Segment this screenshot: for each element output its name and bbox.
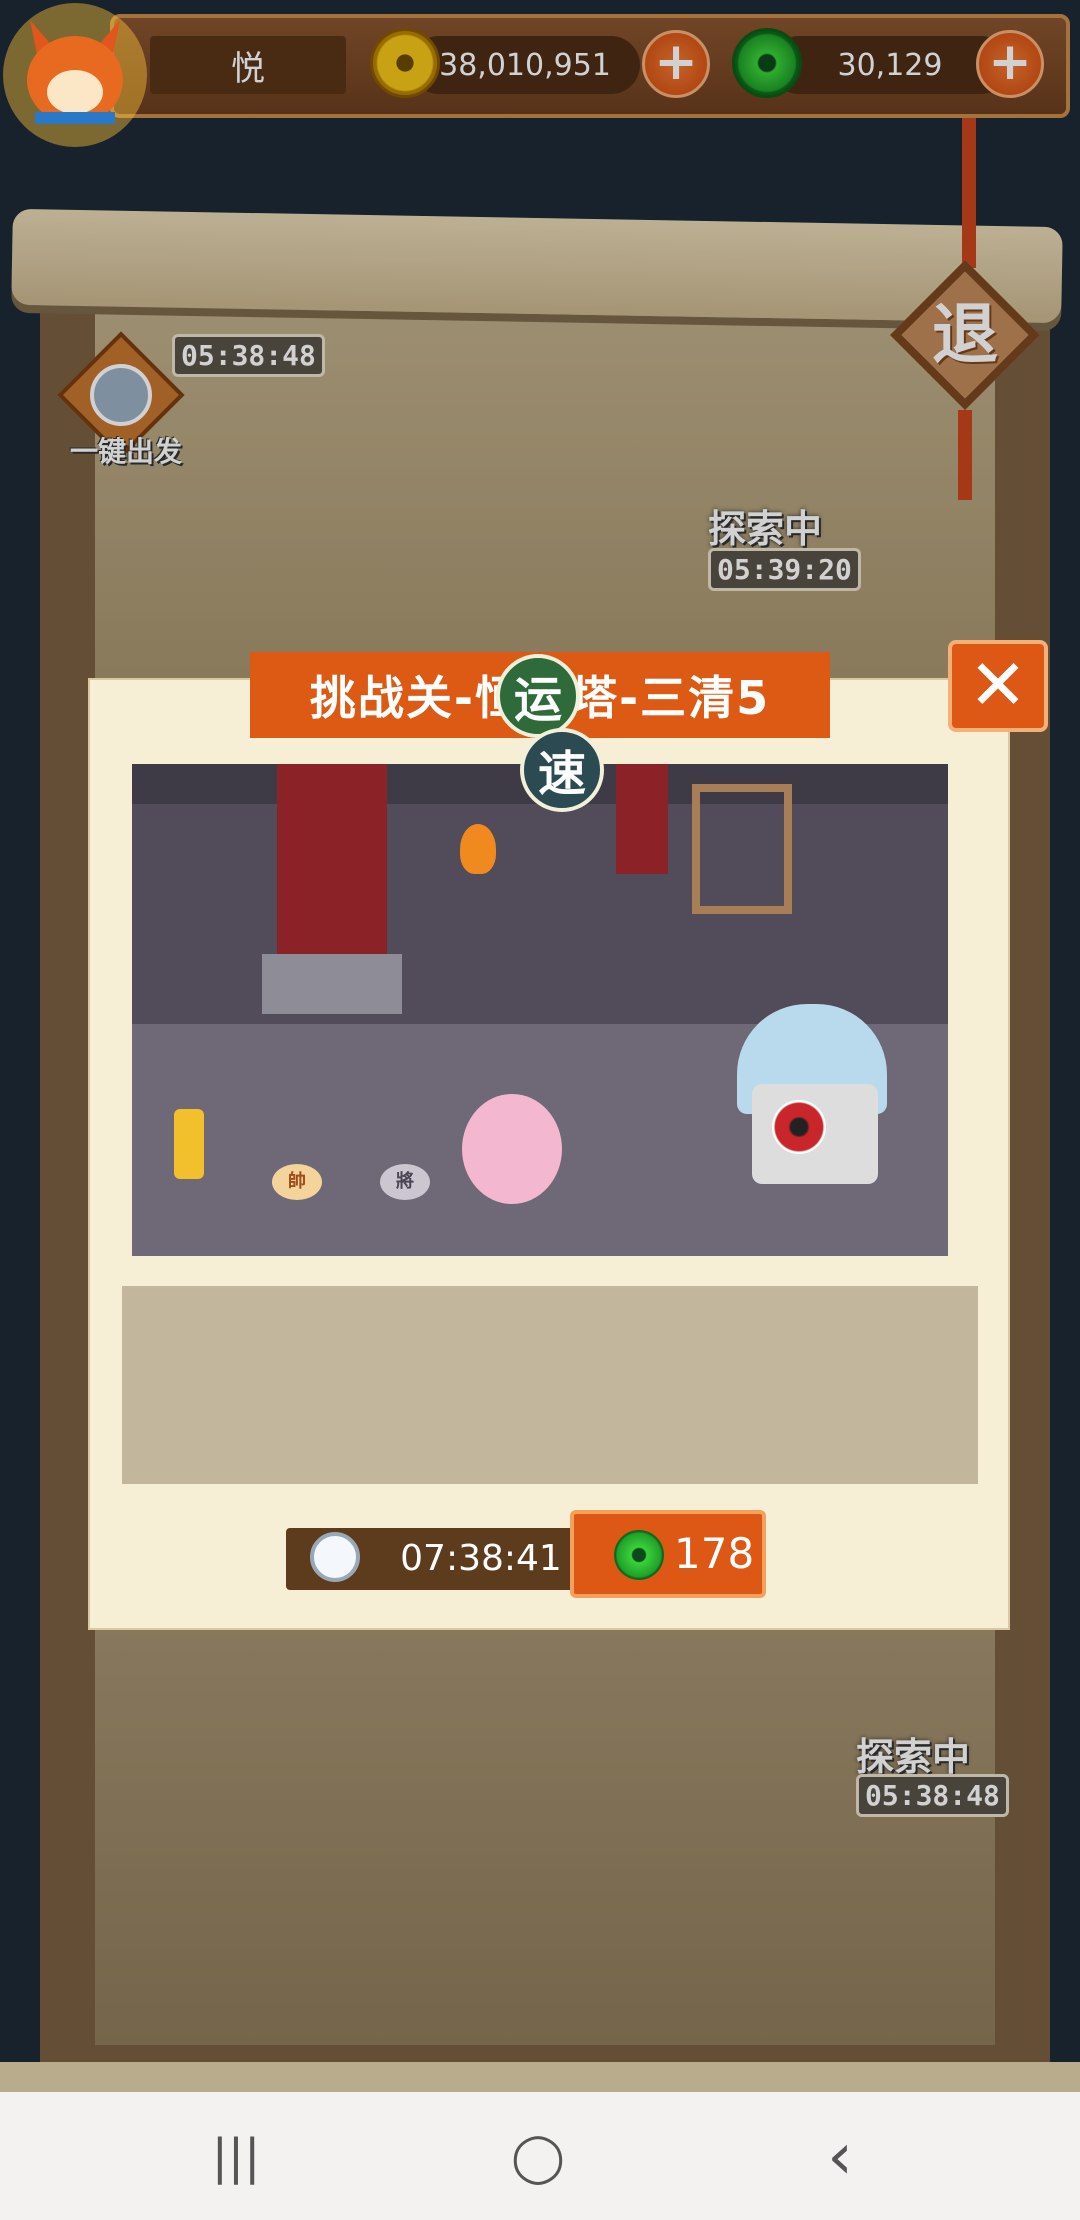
red-banner bbox=[616, 764, 668, 874]
challenge-timer: 07:38:41 bbox=[400, 1538, 562, 1579]
pillar-base bbox=[262, 954, 402, 1014]
jade-coin-icon bbox=[614, 1530, 664, 1580]
battle-scene-preview: 帥 將 bbox=[132, 764, 948, 1256]
luck-badge: 运 bbox=[496, 654, 580, 738]
description-box bbox=[122, 1286, 978, 1484]
torch-flame-icon bbox=[460, 824, 496, 874]
chess-piece-shuai: 帥 bbox=[272, 1164, 322, 1200]
recent-apps-button[interactable]: ||| bbox=[196, 2122, 276, 2192]
hero-character bbox=[462, 1094, 562, 1204]
chess-king-icon bbox=[174, 1109, 204, 1179]
stopwatch-icon bbox=[310, 1532, 360, 1582]
fox-mask-avatar-icon[interactable] bbox=[0, 0, 150, 150]
home-button[interactable]: ◯ bbox=[498, 2122, 578, 2192]
speed-badge: 速 bbox=[520, 728, 604, 812]
wooden-window bbox=[692, 784, 792, 914]
speed-up-cost-button[interactable]: 178 bbox=[570, 1510, 766, 1598]
back-button[interactable]: ‹ bbox=[800, 2122, 880, 2192]
chess-piece-jiang: 將 bbox=[380, 1164, 430, 1200]
monster-eye-icon bbox=[772, 1100, 826, 1154]
system-nav-bar: ||| ◯ ‹ bbox=[0, 2092, 1080, 2220]
speed-up-cost: 178 bbox=[674, 1529, 755, 1578]
close-button[interactable]: ✕ bbox=[948, 640, 1048, 732]
scene-wall bbox=[132, 804, 948, 1034]
